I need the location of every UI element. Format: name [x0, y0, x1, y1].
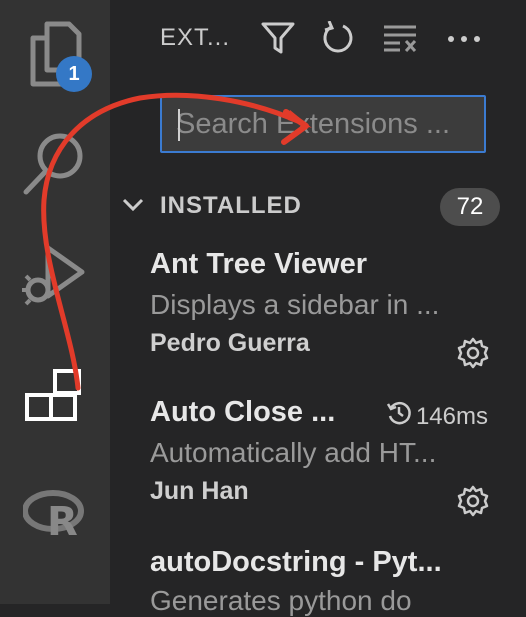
text-cursor — [178, 109, 180, 141]
gear-icon[interactable] — [456, 336, 490, 375]
extension-item[interactable]: autoDocstring - Pyt... Generates python … — [150, 546, 490, 617]
run-debug-button[interactable] — [0, 222, 110, 332]
explorer-badge: 1 — [56, 56, 92, 92]
gear-icon[interactable] — [456, 484, 490, 523]
extensions-sidebar: EXT... INSTALLED 72 Ant Tree Viewer Disp… — [110, 0, 526, 616]
explorer-button[interactable]: 1 — [0, 0, 110, 110]
extension-publisher: Jun Han — [150, 477, 249, 505]
search-icon — [20, 128, 90, 203]
filter-icon — [261, 22, 295, 59]
r-icon: R — [22, 487, 87, 548]
sidebar-title: EXT... — [160, 24, 231, 51]
activation-time-value: 146ms — [415, 402, 488, 430]
search-extensions-input[interactable] — [162, 97, 484, 151]
svg-text:R: R — [47, 499, 78, 543]
extension-description: Generates python do — [150, 585, 412, 616]
extensions-button[interactable] — [0, 346, 110, 456]
installed-count-badge: 72 — [440, 188, 500, 226]
refresh-icon — [321, 19, 355, 60]
extension-description: Displays a sidebar in ... — [150, 289, 440, 320]
r-extension-button[interactable]: R — [0, 462, 110, 572]
section-label: INSTALLED — [160, 192, 302, 219]
clear-extensions-icon — [382, 23, 418, 58]
extension-name: Auto Close ... — [150, 396, 336, 428]
refresh-button[interactable] — [318, 19, 358, 60]
extension-description: Automatically add HT... — [150, 437, 437, 468]
activation-time: 146ms — [386, 400, 488, 433]
activity-bar: 1 R — [0, 0, 110, 604]
installed-section-header[interactable]: INSTALLED 72 — [120, 188, 500, 226]
extension-item[interactable]: Ant Tree Viewer Displays a sidebar in ..… — [150, 248, 490, 369]
search-box[interactable] — [160, 95, 486, 153]
more-actions-icon — [447, 31, 481, 49]
extensions-icon — [23, 367, 87, 436]
run-debug-icon — [20, 240, 90, 315]
clear-extensions-button[interactable] — [380, 20, 420, 60]
filter-button[interactable] — [258, 20, 298, 60]
extension-name: Ant Tree Viewer — [150, 248, 368, 280]
extension-name: autoDocstring - Pyt... — [150, 546, 442, 578]
more-actions-button[interactable] — [444, 20, 484, 60]
chevron-down-icon — [120, 192, 146, 223]
extension-publisher: Pedro Guerra — [150, 329, 310, 357]
search-button[interactable] — [0, 110, 110, 220]
history-icon — [386, 400, 412, 433]
extension-item[interactable]: Auto Close ... 146ms Automatically add H… — [150, 396, 490, 517]
